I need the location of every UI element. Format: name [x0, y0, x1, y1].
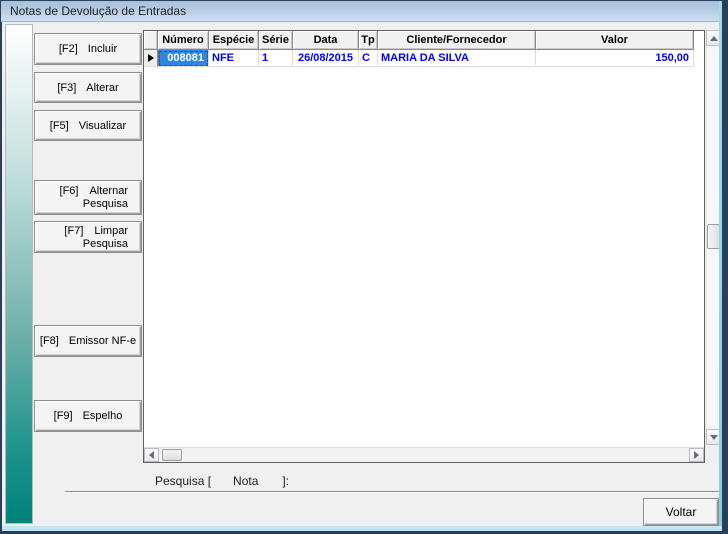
button-key: [F8]: [40, 335, 59, 347]
espelho-button[interactable]: [F9] Espelho: [34, 400, 142, 432]
row-indicator-arrow-icon: [148, 54, 154, 62]
scroll-left-button[interactable]: [144, 448, 159, 462]
button-label: Espelho: [83, 410, 123, 422]
scroll-right-button[interactable]: [689, 448, 704, 462]
button-label-line2: Pesquisa: [83, 238, 128, 250]
data-grid[interactable]: Número Espécie Série Data Tp Cliente/For…: [143, 30, 705, 463]
cell-cliente[interactable]: MARIA DA SILVA: [378, 50, 536, 67]
search-prefix-label: Pesquisa [: [155, 474, 211, 488]
grid-header-valor[interactable]: Valor: [536, 31, 694, 50]
cell-data[interactable]: 26/08/2015: [293, 50, 359, 67]
horizontal-scrollbar-thumb[interactable]: [162, 449, 182, 461]
vertical-scrollbar-thumb[interactable]: [707, 224, 719, 249]
cell-serie[interactable]: 1: [259, 50, 293, 67]
window-border-bottom: [2, 526, 722, 531]
button-key: [F6]: [60, 185, 79, 197]
window-title: Notas de Devolução de Entradas: [1, 1, 722, 22]
vertical-scrollbar[interactable]: [706, 30, 719, 445]
sidebar-gradient-strip: [5, 24, 33, 524]
scroll-up-button[interactable]: [706, 30, 719, 46]
button-label: Limpar: [94, 225, 128, 237]
scroll-down-button[interactable]: [706, 429, 719, 445]
button-key: [F7]: [64, 225, 83, 237]
scroll-down-icon: [710, 435, 718, 440]
search-status-row: Pesquisa [ Nota ]:: [155, 473, 413, 488]
table-row[interactable]: 008081 NFE 1 26/08/2015 C MARIA DA SILVA…: [144, 50, 704, 67]
button-label: Alterar: [86, 82, 118, 94]
grid-header-tp[interactable]: Tp: [359, 31, 378, 50]
alternar-pesquisa-button[interactable]: [F6] Alternar Pesquisa: [34, 180, 142, 215]
cell-numero[interactable]: 008081: [158, 50, 209, 67]
grid-header-row: Número Espécie Série Data Tp Cliente/For…: [144, 31, 704, 50]
button-key: [F3]: [57, 82, 76, 94]
titlebar[interactable]: Notas de Devolução de Entradas: [1, 1, 722, 22]
horizontal-scrollbar[interactable]: [144, 447, 704, 462]
button-label-line2: Pesquisa: [83, 198, 128, 210]
cell-especie[interactable]: NFE: [209, 50, 259, 67]
grid-header-cliente[interactable]: Cliente/Fornecedor: [378, 31, 536, 50]
footer-divider: [65, 491, 719, 493]
scroll-left-icon: [149, 451, 154, 459]
button-label: Voltar: [666, 505, 697, 519]
grid-header-data[interactable]: Data: [293, 31, 359, 50]
emissor-nfe-button[interactable]: [F8] Emissor NF-e: [34, 325, 142, 357]
grid-header-numero[interactable]: Número: [158, 31, 209, 50]
button-label: Alternar: [89, 185, 128, 197]
button-label: Emissor NF-e: [69, 335, 136, 347]
cell-tp[interactable]: C: [359, 50, 378, 67]
scroll-up-icon: [710, 36, 718, 41]
window-border-right: [719, 1, 722, 531]
app-window: Notas de Devolução de Entradas [F2] Incl…: [0, 0, 728, 534]
current-row-indicator: [144, 50, 158, 67]
grid-header-especie[interactable]: Espécie: [209, 31, 259, 50]
grid-header-serie[interactable]: Série: [259, 31, 293, 50]
button-label: Incluir: [88, 43, 117, 55]
search-field-label: Nota: [233, 474, 258, 488]
alterar-button[interactable]: [F3] Alterar: [34, 72, 142, 103]
button-key: [F5]: [50, 120, 69, 132]
cell-valor[interactable]: 150,00: [536, 50, 694, 67]
limpar-pesquisa-button[interactable]: [F7] Limpar Pesquisa: [34, 221, 142, 253]
client-area: [F2] Incluir [F3] Alterar [F5] Visualiza…: [2, 22, 719, 526]
button-label: Visualizar: [79, 120, 127, 132]
grid-header-indicator: [144, 31, 158, 50]
button-key: [F9]: [54, 410, 73, 422]
button-key: [F2]: [59, 43, 78, 55]
voltar-button[interactable]: Voltar: [643, 498, 719, 526]
incluir-button[interactable]: [F2] Incluir: [34, 33, 142, 65]
scroll-right-icon: [694, 451, 699, 459]
search-suffix-label: ]:: [282, 474, 289, 488]
visualizar-button[interactable]: [F5] Visualizar: [34, 110, 142, 141]
